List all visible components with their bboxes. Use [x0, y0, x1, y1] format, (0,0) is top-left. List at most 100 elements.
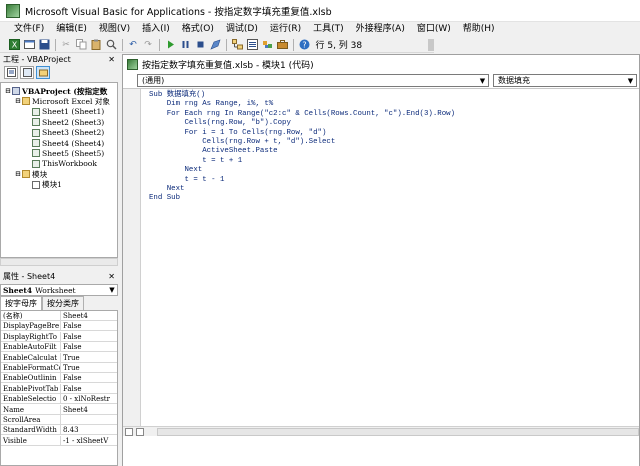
- help-icon[interactable]: ?: [298, 39, 310, 51]
- run-icon[interactable]: [164, 39, 176, 51]
- code-line[interactable]: Cells(rng.Row + t, "d").Select: [149, 138, 455, 147]
- property-row[interactable]: EnableFormatCo True: [1, 363, 117, 373]
- procedure-combo[interactable]: 数据填充 ▼: [493, 74, 637, 87]
- project-tree[interactable]: ⊟ VBAProject (按指定数 ⊟ Microsoft Excel 对象 Shee…: [0, 82, 118, 258]
- tab-alphabetic[interactable]: 按字母序: [0, 296, 42, 310]
- property-row[interactable]: (名称) Sheet4: [1, 311, 117, 321]
- tree-item[interactable]: ⊟ 模块: [15, 169, 47, 179]
- code-editor[interactable]: Sub 数据填充() Dim rng As Range, i%, t% For …: [123, 88, 639, 466]
- code-line[interactable]: ActiveSheet.Paste: [149, 147, 455, 156]
- property-row[interactable]: EnableAutoFilt False: [1, 342, 117, 353]
- menu-run[interactable]: 运行(R): [264, 22, 307, 37]
- collapse-icon[interactable]: ⊟: [5, 87, 11, 95]
- property-value[interactable]: False: [61, 342, 117, 351]
- menu-tools[interactable]: 工具(T): [307, 22, 350, 37]
- tree-item[interactable]: ⊟ Microsoft Excel 对象: [15, 96, 110, 106]
- break-icon[interactable]: [179, 39, 191, 51]
- property-value[interactable]: False: [61, 384, 117, 393]
- tree-item[interactable]: Sheet3 (Sheet2): [25, 128, 104, 138]
- property-row[interactable]: EnableSelectio 0 - xlNoRestr: [1, 394, 117, 405]
- property-value[interactable]: [61, 415, 117, 424]
- menu-view[interactable]: 视图(V): [93, 22, 136, 37]
- code-text[interactable]: Sub 数据填充() Dim rng As Range, i%, t% For …: [149, 91, 455, 204]
- code-line[interactable]: Cells(rng.Row, "b").Copy: [149, 119, 455, 128]
- property-value[interactable]: -1 - xlSheetV: [61, 436, 117, 445]
- collapse-icon[interactable]: ⊟: [15, 97, 21, 105]
- property-value[interactable]: Sheet4: [61, 311, 117, 320]
- view-object-icon[interactable]: [20, 66, 34, 79]
- code-line[interactable]: Sub 数据填充(): [149, 91, 455, 100]
- property-value[interactable]: True: [61, 353, 117, 362]
- tree-item[interactable]: ThisWorkbook: [25, 159, 97, 169]
- tree-item[interactable]: Sheet5 (Sheet5): [25, 148, 104, 158]
- code-horizontal-scrollbar[interactable]: [156, 427, 639, 436]
- tree-item[interactable]: 模块1: [25, 180, 62, 190]
- procedure-view-icon[interactable]: [125, 427, 133, 436]
- property-value[interactable]: True: [61, 363, 117, 372]
- property-value[interactable]: False: [61, 321, 117, 330]
- tree-item[interactable]: ⊟ VBAProject (按指定数: [5, 86, 107, 96]
- property-row[interactable]: Visible -1 - xlSheetV: [1, 435, 117, 446]
- code-line[interactable]: Dim rng As Range, i%, t%: [149, 100, 455, 109]
- collapse-icon[interactable]: ⊟: [15, 170, 21, 178]
- view-code-icon[interactable]: [4, 66, 18, 79]
- copy-icon[interactable]: [75, 39, 87, 51]
- menu-help[interactable]: 帮助(H): [457, 22, 501, 37]
- tree-item[interactable]: Sheet1 (Sheet1): [25, 107, 104, 117]
- property-row[interactable]: EnablePivotTab False: [1, 383, 117, 394]
- property-row[interactable]: Name Sheet4: [1, 404, 117, 415]
- code-window[interactable]: 按指定数字填充重复值.xlsb - 模块1 (代码) (通用) ▼ 数据填充 ▼…: [122, 54, 640, 466]
- code-line[interactable]: t = t - 1: [149, 176, 455, 185]
- insert-module-icon[interactable]: [23, 39, 35, 51]
- menu-edit[interactable]: 编辑(E): [50, 22, 93, 37]
- property-value[interactable]: 8.43: [61, 425, 117, 434]
- menu-insert[interactable]: 插入(I): [136, 22, 176, 37]
- save-icon[interactable]: [38, 39, 50, 51]
- redo-icon[interactable]: ↷: [142, 39, 154, 51]
- code-line[interactable]: Next: [149, 185, 455, 194]
- code-line[interactable]: t = t + 1: [149, 157, 455, 166]
- chevron-down-icon[interactable]: ▼: [107, 286, 117, 294]
- menu-addins[interactable]: 外接程序(A): [350, 22, 411, 37]
- tab-categorized[interactable]: 按分类序: [42, 296, 84, 310]
- margin-indicator-bar[interactable]: [123, 89, 141, 429]
- chevron-down-icon[interactable]: ▼: [625, 77, 636, 85]
- object-selector[interactable]: Sheet4 Worksheet ▼: [0, 284, 118, 296]
- code-line[interactable]: End Sub: [149, 194, 455, 203]
- chevron-down-icon[interactable]: ▼: [477, 77, 488, 85]
- project-explorer-icon[interactable]: [231, 39, 243, 51]
- toolbox-icon[interactable]: [276, 39, 288, 51]
- find-icon[interactable]: [105, 39, 117, 51]
- tree-item[interactable]: Sheet2 (Sheet3): [25, 117, 104, 127]
- code-line[interactable]: For i = 1 To Cells(rng.Row, "d"): [149, 129, 455, 138]
- paste-icon[interactable]: [90, 39, 102, 51]
- cut-icon[interactable]: ✂: [60, 39, 72, 51]
- menu-file[interactable]: 文件(F): [0, 22, 50, 37]
- project-horizontal-scrollbar[interactable]: [0, 258, 118, 266]
- reset-icon[interactable]: [194, 39, 206, 51]
- menu-window[interactable]: 窗口(W): [411, 22, 457, 37]
- properties-grid[interactable]: (名称) Sheet4 DisplayPageBre False DisplayRigh…: [0, 310, 118, 466]
- full-module-view-icon[interactable]: [135, 427, 144, 436]
- design-mode-icon[interactable]: [209, 39, 221, 51]
- menu-format[interactable]: 格式(O): [176, 22, 220, 37]
- menu-debug[interactable]: 调试(D): [220, 22, 264, 37]
- toolbar-grip[interactable]: [428, 39, 434, 51]
- view-excel-icon[interactable]: X: [8, 39, 20, 51]
- toggle-folders-icon[interactable]: [36, 66, 50, 79]
- property-row[interactable]: EnableCalculat True: [1, 352, 117, 363]
- property-value[interactable]: Sheet4: [61, 405, 117, 414]
- property-row[interactable]: DisplayRightTo False: [1, 331, 117, 342]
- undo-icon[interactable]: ↶: [127, 39, 139, 51]
- property-row[interactable]: EnableOutlinin False: [1, 373, 117, 384]
- object-combo[interactable]: (通用) ▼: [137, 74, 489, 87]
- tree-item[interactable]: Sheet4 (Sheet4): [25, 138, 104, 148]
- property-row[interactable]: ScrollArea: [1, 415, 117, 425]
- object-browser-icon[interactable]: [261, 39, 273, 51]
- properties-window-icon[interactable]: [246, 39, 258, 51]
- close-icon[interactable]: ✕: [108, 272, 115, 281]
- property-value[interactable]: False: [61, 373, 117, 382]
- code-line[interactable]: Next: [149, 166, 455, 175]
- property-value[interactable]: 0 - xlNoRestr: [61, 394, 117, 403]
- property-row[interactable]: StandardWidth 8.43: [1, 425, 117, 436]
